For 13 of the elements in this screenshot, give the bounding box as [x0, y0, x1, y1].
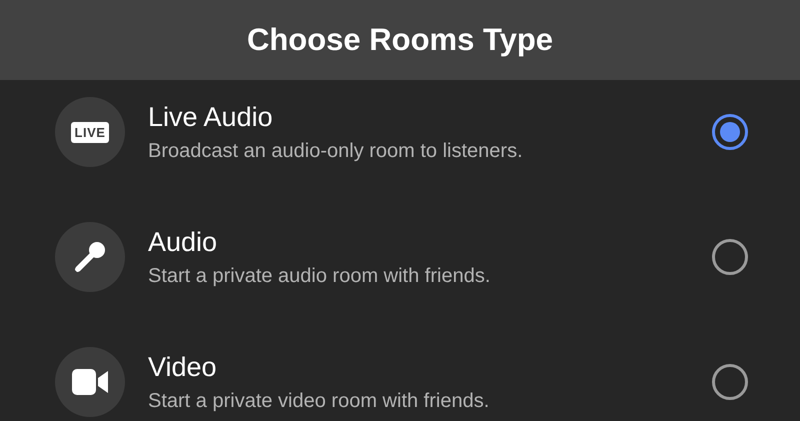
option-title: Live Audio [148, 101, 274, 133]
radio-button[interactable] [712, 239, 748, 275]
video-camera-icon [72, 369, 108, 395]
option-title: Video [148, 351, 218, 383]
radio-button[interactable] [712, 364, 748, 400]
option-description: Start a private video room with friends. [148, 389, 490, 413]
option-description: Start a private audio room with friends. [148, 264, 492, 288]
live-badge-icon: LIVE [70, 122, 110, 142]
option-title: Audio [148, 226, 218, 258]
microphone-icon [73, 240, 107, 274]
header-title: Choose Rooms Type [246, 22, 554, 58]
radio-button[interactable] [712, 114, 748, 150]
option-description: Broadcast an audio-only room to listeners. [148, 139, 524, 163]
